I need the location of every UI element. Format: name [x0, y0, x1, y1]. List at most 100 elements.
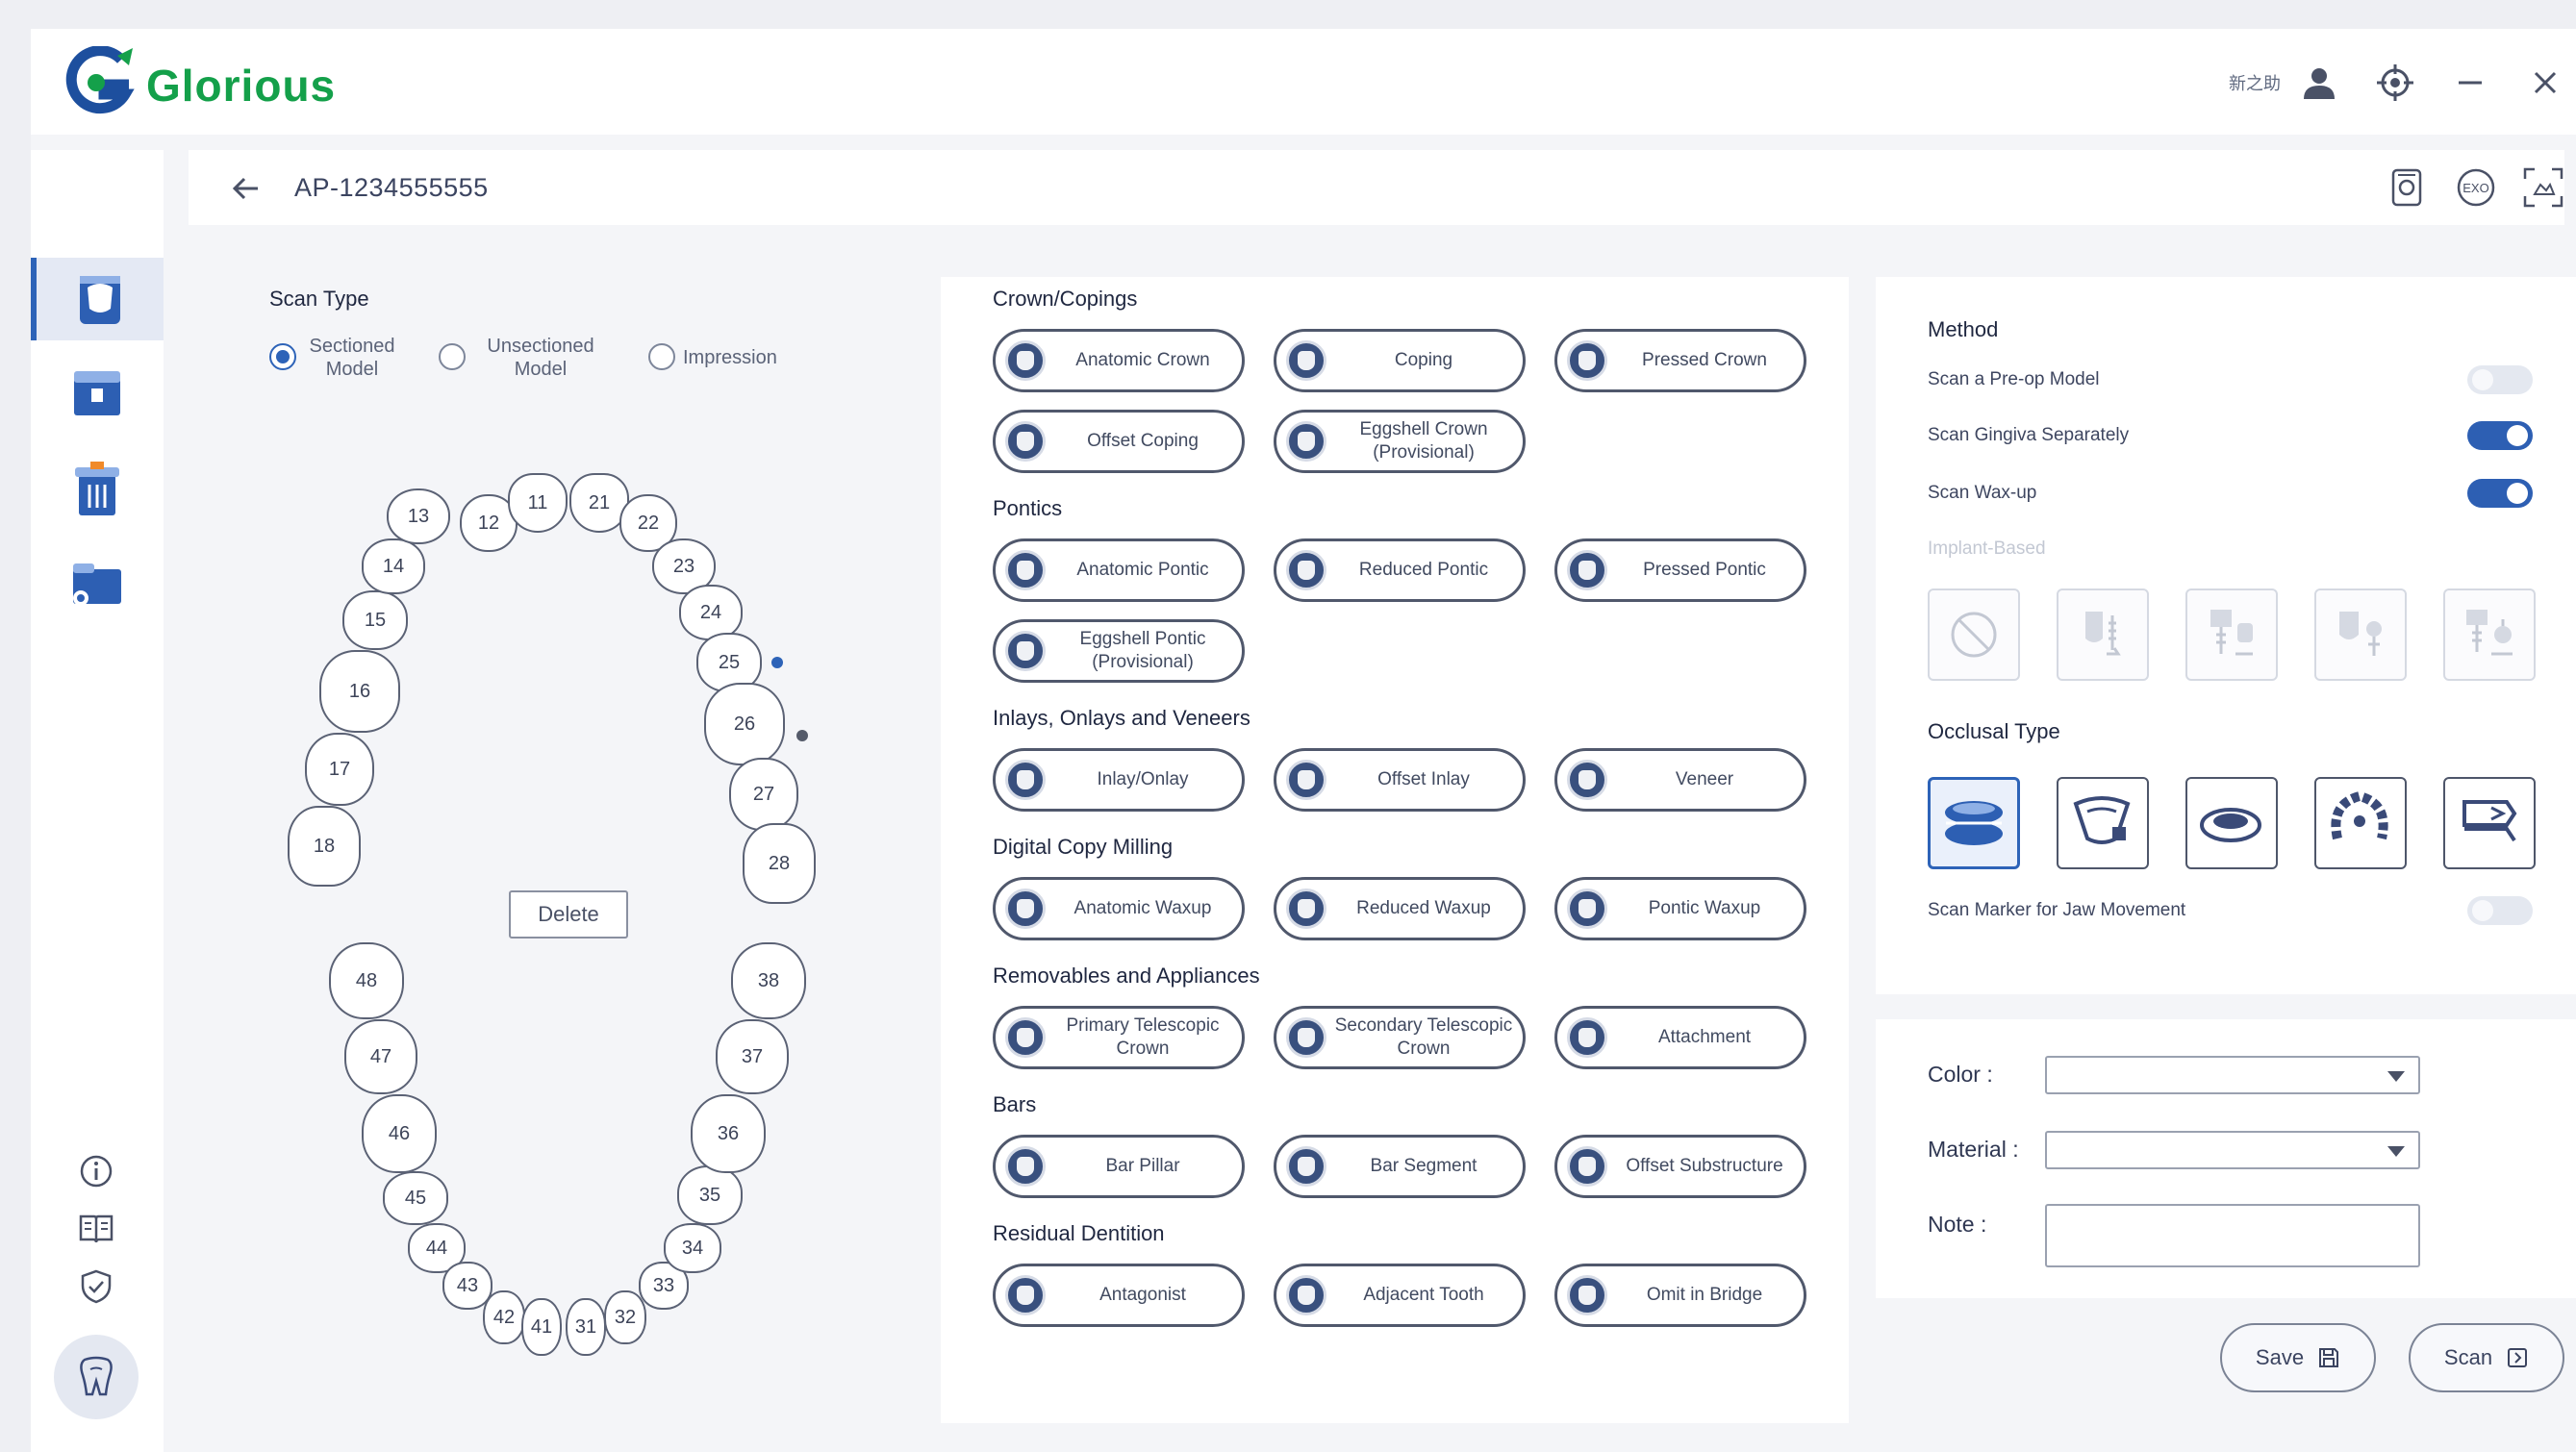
restoration-option-veneer[interactable]: Veneer: [1554, 748, 1806, 812]
restoration-option-pontic-waxup[interactable]: Pontic Waxup: [1554, 877, 1806, 940]
restoration-option-label: Eggshell Crown (Provisional): [1359, 419, 1488, 463]
radio-impression[interactable]: [648, 343, 675, 370]
tooth-11[interactable]: 11: [508, 473, 568, 533]
tooth-41[interactable]: 41: [521, 1298, 562, 1356]
sidebar-item-folder[interactable]: [31, 542, 164, 625]
tooth-47[interactable]: 47: [344, 1019, 417, 1094]
restoration-option-secondary-telescopic-crown[interactable]: Secondary Telescopic Crown: [1274, 1006, 1526, 1069]
tooth-type-icon: [1286, 1017, 1326, 1058]
restoration-option-reduced-waxup[interactable]: Reduced Waxup: [1274, 877, 1526, 940]
delete-button[interactable]: Delete: [509, 890, 628, 939]
restoration-option-bar-segment[interactable]: Bar Segment: [1274, 1135, 1526, 1198]
restoration-option-offset-coping[interactable]: Offset Coping: [993, 410, 1245, 473]
tooth-46[interactable]: 46: [362, 1094, 437, 1173]
restoration-option-adjacent-tooth[interactable]: Adjacent Tooth: [1274, 1264, 1526, 1327]
manual-book-icon[interactable]: [69, 1202, 123, 1256]
restoration-option-reduced-pontic[interactable]: Reduced Pontic: [1274, 538, 1526, 602]
restoration-option-coping[interactable]: Coping: [1274, 329, 1526, 392]
restoration-option-label: Eggshell Pontic (Provisional): [1079, 629, 1206, 672]
occlusal-type-articulator[interactable]: [2443, 777, 2536, 869]
screenshot-capture-icon[interactable]: [2521, 165, 2565, 210]
tooth-34[interactable]: 34: [664, 1223, 721, 1273]
restoration-option-anatomic-pontic[interactable]: Anatomic Pontic: [993, 538, 1245, 602]
tooth-35[interactable]: 35: [677, 1165, 743, 1225]
toggle-scan-preop-model[interactable]: [2467, 365, 2533, 394]
radio-sectioned-model[interactable]: [269, 343, 296, 370]
restoration-option-label: Pontic Waxup: [1648, 898, 1761, 918]
sidebar-item-scan-crown[interactable]: [31, 258, 164, 340]
toggle-scan-jaw-marker[interactable]: [2467, 896, 2533, 925]
restoration-option-label: Reduced Waxup: [1356, 898, 1491, 918]
occlusal-type-full-arch[interactable]: [1928, 777, 2020, 869]
tooth-17[interactable]: 17: [305, 733, 374, 806]
full-arch-occlusion-icon: [1945, 801, 2003, 845]
tooth-type-icon: [1567, 340, 1607, 381]
tooth-36[interactable]: 36: [691, 1094, 766, 1173]
restoration-option-anatomic-waxup[interactable]: Anatomic Waxup: [993, 877, 1245, 940]
close-icon[interactable]: [2522, 60, 2568, 106]
exo-export-icon[interactable]: EXO: [2454, 165, 2498, 210]
tooth-31[interactable]: 31: [566, 1298, 606, 1356]
implant-option-1[interactable]: [2057, 588, 2149, 681]
scan-button[interactable]: Scan: [2409, 1323, 2564, 1392]
calibration-crosshair-icon[interactable]: [2372, 60, 2418, 106]
user-name: 新之助: [2229, 74, 2281, 93]
tooth-37[interactable]: 37: [716, 1019, 789, 1094]
tooth-27[interactable]: 27: [729, 758, 798, 831]
restoration-option-offset-inlay[interactable]: Offset Inlay: [1274, 748, 1526, 812]
restoration-option-omit-in-bridge[interactable]: Omit in Bridge: [1554, 1264, 1806, 1327]
tooth-28[interactable]: 28: [743, 823, 816, 904]
sidebar: [31, 150, 164, 1452]
restoration-option-label: Veneer: [1675, 769, 1734, 789]
occlusal-type-bite-registration[interactable]: [2185, 777, 2278, 869]
tooth-48[interactable]: 48: [329, 942, 404, 1019]
restoration-option-bar-pillar[interactable]: Bar Pillar: [993, 1135, 1245, 1198]
tooth-profile-icon[interactable]: [54, 1335, 139, 1419]
tooth-15[interactable]: 15: [342, 590, 408, 650]
implant-option-4[interactable]: [2443, 588, 2536, 681]
info-icon[interactable]: [69, 1144, 123, 1198]
scanner-device-icon[interactable]: [2385, 165, 2429, 210]
tooth-type-icon: [1005, 631, 1046, 671]
user-icon[interactable]: [2296, 60, 2342, 106]
save-button[interactable]: Save: [2220, 1323, 2376, 1392]
sidebar-item-order[interactable]: [31, 448, 164, 531]
tooth-14[interactable]: 14: [362, 538, 425, 594]
implant-option-2[interactable]: [2185, 588, 2278, 681]
restoration-option-eggshell-pontic-provisional[interactable]: Eggshell Pontic (Provisional): [993, 619, 1245, 683]
tooth-13[interactable]: 13: [387, 488, 450, 544]
occlusal-type-triple-tray[interactable]: [2057, 777, 2149, 869]
implant-option-3[interactable]: [2314, 588, 2407, 681]
color-select[interactable]: [2045, 1056, 2420, 1094]
shield-check-icon[interactable]: [69, 1260, 123, 1314]
tooth-18[interactable]: 18: [288, 806, 361, 887]
restoration-option-pressed-pontic[interactable]: Pressed Pontic: [1554, 538, 1806, 602]
tooth-38[interactable]: 38: [731, 942, 806, 1019]
tooth-26[interactable]: 26: [704, 683, 785, 765]
sidebar-item-case-box[interactable]: [31, 352, 164, 435]
toggle-scan-gingiva[interactable]: [2467, 421, 2533, 450]
tooth-16[interactable]: 16: [319, 650, 400, 733]
restoration-option-anatomic-crown[interactable]: Anatomic Crown: [993, 329, 1245, 392]
tooth-45[interactable]: 45: [383, 1171, 448, 1225]
radio-unsectioned-model[interactable]: [439, 343, 466, 370]
restoration-option-antagonist[interactable]: Antagonist: [993, 1264, 1245, 1327]
save-label: Save: [2255, 1345, 2305, 1369]
material-select[interactable]: [2045, 1131, 2420, 1169]
toggle-scan-waxup[interactable]: [2467, 479, 2533, 508]
restoration-option-pressed-crown[interactable]: Pressed Crown: [1554, 329, 1806, 392]
restoration-option-inlay-onlay[interactable]: Inlay/Onlay: [993, 748, 1245, 812]
occlusal-type-quadrant[interactable]: [2314, 777, 2407, 869]
method-label-gingiva: Scan Gingiva Separately: [1928, 425, 2130, 445]
restoration-option-attachment[interactable]: Attachment: [1554, 1006, 1806, 1069]
tooth-42[interactable]: 42: [483, 1290, 525, 1344]
minimize-icon[interactable]: [2447, 60, 2493, 106]
tooth-32[interactable]: 32: [604, 1290, 646, 1344]
note-input[interactable]: [2045, 1204, 2420, 1267]
restoration-option-primary-telescopic-crown[interactable]: Primary Telescopic Crown: [993, 1006, 1245, 1069]
restoration-option-offset-substructure[interactable]: Offset Substructure: [1554, 1135, 1806, 1198]
back-arrow-icon[interactable]: [227, 169, 265, 208]
restoration-option-eggshell-crown-provisional[interactable]: Eggshell Crown (Provisional): [1274, 410, 1526, 473]
method-label-waxup: Scan Wax-up: [1928, 483, 2037, 503]
implant-none-option[interactable]: [1928, 588, 2020, 681]
